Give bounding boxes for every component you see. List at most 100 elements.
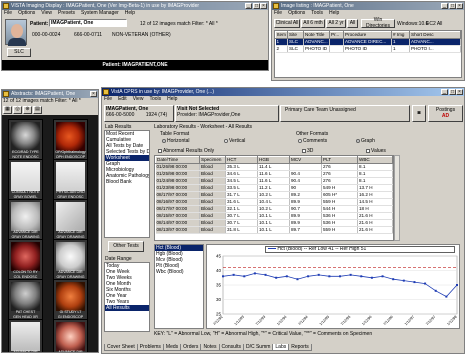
column-header[interactable]: Date/Time xyxy=(155,156,200,164)
list-maximize-icon[interactable]: □ xyxy=(449,3,456,9)
col-procedure[interactable]: Procedure xyxy=(343,31,392,39)
list-title-bar[interactable]: Image listing : IMAGPatient, One _ □ × xyxy=(272,2,464,10)
tab-labs[interactable]: Labs xyxy=(272,344,290,351)
col-site[interactable]: Site xyxy=(287,31,304,39)
tab-meds[interactable]: Meds xyxy=(162,344,182,351)
thumbnail[interactable]: GI STUDY LT GI ENDOSCOP xyxy=(53,279,88,320)
lab-list-item[interactable]: Blood Bank xyxy=(105,179,149,185)
table-row[interactable]: 01/25/98 00:00 Blood 34.6 L 11.6 L 90.4 276 8.… xyxy=(155,170,393,178)
postings-button[interactable]: Postings AD xyxy=(428,105,463,122)
thumbnail[interactable]: COLON TO RY COL ENDOSC xyxy=(8,239,43,280)
table-row[interactable]: 08/16/97 00:00 Blood 31.6 L 10.4 L 89.9 559 H… xyxy=(155,198,393,206)
column-header[interactable]: PLT xyxy=(321,156,358,164)
pcp-button[interactable]: Primary Care Team Unassigned xyxy=(280,105,410,122)
tab-cover-sheet[interactable]: Cover Sheet xyxy=(104,344,138,351)
maximize-icon[interactable]: □ xyxy=(253,3,260,9)
col-note-title[interactable]: Note Title xyxy=(303,31,330,39)
zoom-icon[interactable]: ◎ xyxy=(13,106,22,114)
cprs-title-bar[interactable]: VistA CPRS in use by: IMAGProvider, One … xyxy=(102,88,464,96)
minimize-icon[interactable]: _ xyxy=(245,3,252,9)
close-icon[interactable]: × xyxy=(260,3,267,9)
table-row[interactable]: 01/23/98 00:00 Blood 33.5 L 11.2 L 90 549 H 13… xyxy=(155,184,393,192)
patient-field[interactable]: IMAGPatient, One xyxy=(49,19,127,27)
column-header[interactable]: HCT xyxy=(225,156,258,164)
menu-help[interactable]: Help xyxy=(125,10,135,16)
all-button[interactable]: All xyxy=(347,19,358,28)
other-tests-button[interactable]: Other Tests xyxy=(108,241,144,252)
win-directories-button[interactable]: Win Directories xyxy=(361,17,395,28)
table-row[interactable]: 08/17/97 00:00 Blood 31.7 L 10.2 L 89.2 605 H… xyxy=(155,191,393,199)
table-row[interactable]: 08/14/97 00:00 Blood 30.7 L 10.1 L 89.9 536 H… xyxy=(155,219,393,227)
list-minimize-icon[interactable]: _ xyxy=(441,3,448,9)
menu-view[interactable]: View xyxy=(41,10,52,16)
table-row[interactable]: 01/26/98 00:00 Blood 35.3 L 11.4 L 276 8.1 xyxy=(155,163,393,171)
thumbnail[interactable]: CONSULT NOTE GRAY BOWEL xyxy=(8,159,43,200)
cprs-menu-help[interactable]: Help xyxy=(167,96,177,102)
tab-d-c-summ[interactable]: D/C Summ xyxy=(242,344,274,351)
list-menu-tools[interactable]: Tools xyxy=(311,10,323,16)
menu-system-manager[interactable]: System Manager xyxy=(81,10,119,16)
3d-checkbox[interactable]: 3D xyxy=(302,148,313,154)
col-img-count[interactable]: # Img xyxy=(391,31,410,39)
list-menu-options[interactable]: Options xyxy=(288,10,305,16)
tab-problems[interactable]: Problems xyxy=(136,344,164,351)
thumbnail[interactable]: ADVANCE DIR GRAY SKETCH xyxy=(8,319,43,352)
thumbnail[interactable]: PAT CHEST GEN HEAD XR xyxy=(8,279,43,320)
thumbnail[interactable]: ADVANCE DIR GRAY DRAWING xyxy=(53,319,88,352)
remote-data-icon[interactable]: ◙ xyxy=(412,105,426,122)
patient-info-button[interactable]: IMAGPatient, One 666-00-5000 1924 (74) xyxy=(104,105,174,122)
all-2-yr-button[interactable]: All 2 yr xyxy=(326,19,346,28)
table-row[interactable]: 01/24/98 00:00 Blood 34.5 L 11.6 L 90.4 276 8.… xyxy=(155,177,393,185)
thumbnail[interactable]: ECG/RAD TYPE NOTE ENDOSC xyxy=(8,119,43,160)
table-row[interactable]: 08/13/97 00:00 Blood 31.8 L 10.1 L 89.7 559 H… xyxy=(155,226,393,234)
thumbnail[interactable]: ADVANCE DIR GRAY DRAWING xyxy=(8,199,43,240)
column-header[interactable]: MCV xyxy=(289,156,322,164)
col-pr[interactable]: Pr... xyxy=(329,31,344,39)
tab-consults[interactable]: Consults xyxy=(218,344,244,351)
abstracts-title-bar[interactable]: Abstracts: IMAGPatient, One × xyxy=(2,90,98,98)
layout-icon[interactable]: ▦ xyxy=(3,106,12,114)
abnormal-only-checkbox[interactable]: Abnormal Results Only xyxy=(158,148,214,154)
col-short-desc[interactable]: Short Desc xyxy=(409,31,461,39)
tab-reports[interactable]: Reports xyxy=(288,344,312,351)
cprs-menu-tools[interactable]: Tools xyxy=(149,96,161,102)
cprs-menu-file[interactable]: File xyxy=(104,96,112,102)
cprs-maximize-icon[interactable]: □ xyxy=(449,89,456,95)
clinical-all-button[interactable]: Clinical All xyxy=(274,19,300,28)
tab-notes[interactable]: Notes xyxy=(200,344,220,351)
table-row[interactable]: 08/17/97 00:00 Blood 32.1 L 10.2 L 90.7 544 H… xyxy=(155,205,393,213)
tab-orders[interactable]: Orders xyxy=(180,344,202,351)
thumbnail[interactable]: ADVANCE DIR GRAY DRAWING xyxy=(53,199,88,240)
list-close-icon[interactable]: × xyxy=(456,3,463,9)
cprs-menu-view[interactable]: View xyxy=(133,96,144,102)
date-range-item[interactable]: All Results xyxy=(105,305,149,311)
cprs-menu-edit[interactable]: Edit xyxy=(118,96,127,102)
imaging-title-bar[interactable]: VISTA Imaging Display : IMAGPatient, One… xyxy=(2,2,268,10)
graph-test-item[interactable]: Wbc (Blood) xyxy=(155,269,203,275)
thumbnail[interactable]: PHYSICIAN ORD GRAY ENDOSC xyxy=(53,159,88,200)
thumbnail[interactable]: ADVANCE DIR GRAY DRAWING xyxy=(53,239,88,280)
all-6-mth-button[interactable]: All 6 mth xyxy=(301,19,325,28)
print-icon[interactable]: ▤ xyxy=(33,106,42,114)
menu-options[interactable]: Options xyxy=(18,10,35,16)
column-header[interactable]: WBC xyxy=(357,156,393,164)
table-row[interactable]: 1 SLC ADVANC... ADVANCE DIREC... 1 ADVANC... xyxy=(275,38,461,46)
menu-presets[interactable]: Presets xyxy=(58,10,75,16)
column-header[interactable]: Specimen xyxy=(199,156,226,164)
table-row[interactable]: 2 SLC PHOTO ID PHOTO ID 1 PHOTO I... xyxy=(275,45,461,53)
table-row[interactable]: 08/15/97 00:00 Blood 30.7 L 10.1 L 89.9 536 H… xyxy=(155,212,393,220)
values-checkbox[interactable]: Values xyxy=(366,148,386,154)
horizontal-radio[interactable]: Horizontal xyxy=(162,138,190,144)
menu-file[interactable]: File xyxy=(4,10,12,16)
column-header[interactable]: HGB xyxy=(257,156,290,164)
visit-button[interactable]: Visit Not Selected Provider: IMAGProvide… xyxy=(175,105,279,122)
comments-radio[interactable]: Comments xyxy=(298,138,327,144)
slc-button[interactable]: SLC xyxy=(7,48,31,57)
graph-radio[interactable]: Graph xyxy=(356,138,375,144)
cprs-minimize-icon[interactable]: _ xyxy=(441,89,448,95)
abstracts-close-icon[interactable]: × xyxy=(90,91,97,97)
list-menu-file[interactable]: File xyxy=(274,10,282,16)
vertical-radio[interactable]: Vertical xyxy=(224,138,245,144)
col-item[interactable]: Item xyxy=(275,31,288,39)
thumbnail[interactable]: OP/Ophthalmology OPH ENDOSCOP xyxy=(53,119,88,160)
